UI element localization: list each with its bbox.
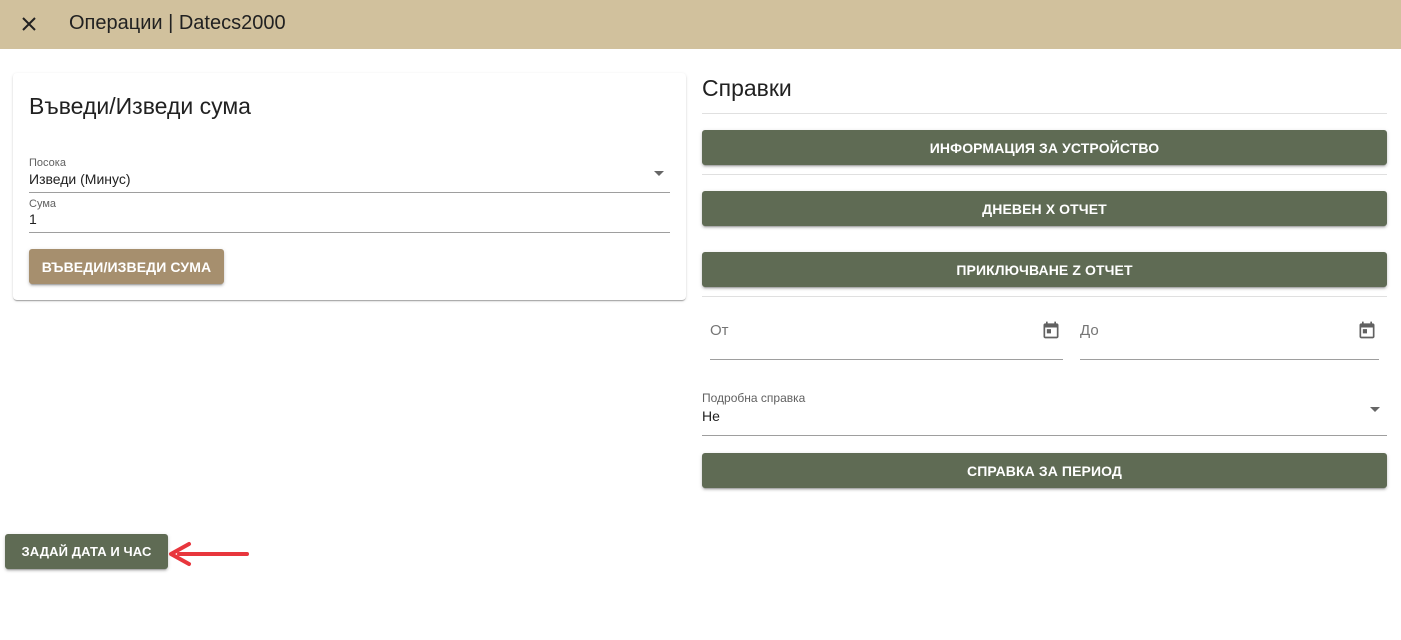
amount-label: Сума [29,198,57,210]
chevron-down-icon[interactable] [1370,407,1380,412]
set-date-time-button[interactable]: ЗАДАЙ ДАТА И ЧАС [5,534,168,569]
date-to-field[interactable]: До [1080,312,1379,360]
date-to-placeholder: До [1080,322,1099,339]
page-title: Операции | Datecs2000 [69,12,286,34]
daily-x-report-button[interactable]: ДНЕВЕН X ОТЧЕТ [702,191,1387,226]
detailed-report-value: Не [702,408,720,424]
divider [702,174,1387,175]
calendar-icon[interactable] [1041,320,1061,340]
direction-select[interactable]: Посока Изведи (Минус) [29,157,670,193]
divider [702,296,1387,297]
cash-in-out-card: Въведи/Изведи сума Посока Изведи (Минус)… [13,73,686,300]
close-z-report-button[interactable]: ПРИКЛЮЧВАНЕ Z ОТЧЕТ [702,252,1387,287]
close-icon [22,17,36,31]
calendar-icon[interactable] [1357,320,1377,340]
detailed-report-label: Подробна справка [702,391,806,405]
detailed-report-select[interactable]: Подробна справка Не [702,390,1387,436]
annotation-arrow-icon [169,542,249,566]
date-from-field[interactable]: От [710,312,1063,360]
reports-title: Справки [702,75,792,101]
card-title: Въведи/Изведи сума [29,93,251,119]
device-info-button[interactable]: ИНФОРМАЦИЯ ЗА УСТРОЙСТВО [702,130,1387,165]
period-report-button[interactable]: СПРАВКА ЗА ПЕРИОД [702,453,1387,488]
date-from-placeholder: От [710,322,729,339]
divider [702,113,1387,114]
amount-value[interactable]: 1 [29,211,37,227]
direction-label: Посока [29,157,66,169]
close-button[interactable] [15,10,43,38]
amount-field[interactable]: Сума 1 [29,197,670,233]
direction-value: Изведи (Минус) [29,171,131,187]
chevron-down-icon[interactable] [654,171,664,176]
cash-in-out-button[interactable]: ВЪВЕДИ/ИЗВЕДИ СУМА [29,249,224,284]
app-header: Операции | Datecs2000 [0,0,1401,49]
